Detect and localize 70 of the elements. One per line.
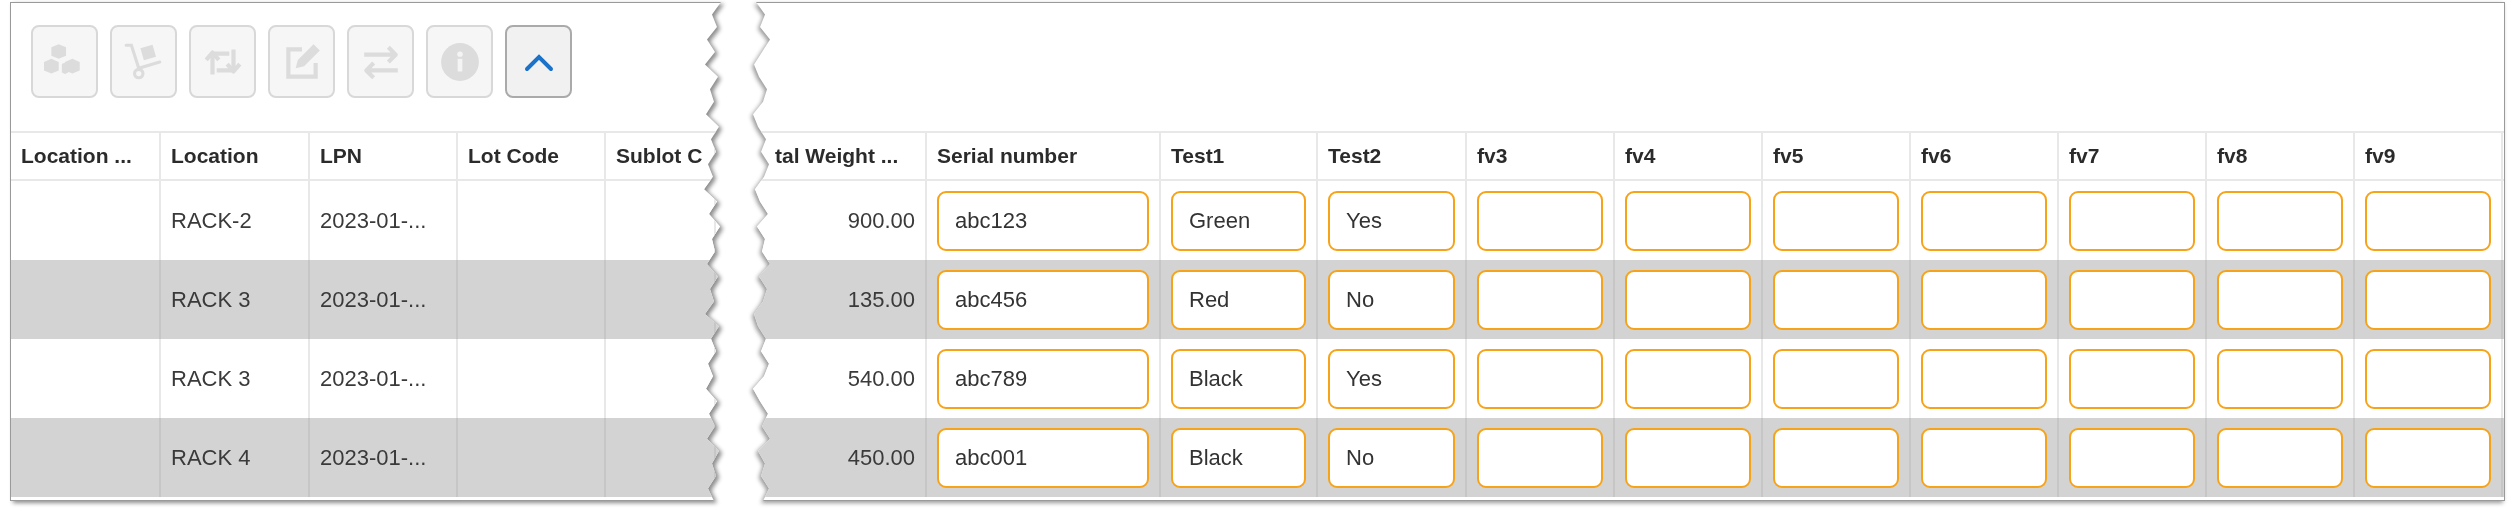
input-field[interactable] xyxy=(1773,190,1899,251)
input-field[interactable] xyxy=(1773,269,1899,330)
input-field[interactable] xyxy=(1625,269,1751,330)
input-field[interactable]: abc789 xyxy=(937,348,1149,409)
table-cell: 450.00 xyxy=(847,444,915,471)
input-field[interactable] xyxy=(1625,190,1751,251)
column-header: fv3 xyxy=(1477,144,1508,168)
input-field[interactable] xyxy=(1773,348,1899,409)
input-field[interactable] xyxy=(2217,427,2343,488)
column-header: fv7 xyxy=(2069,144,2100,168)
table-cell: RACK 3 xyxy=(171,365,251,392)
column-header: fv4 xyxy=(1625,144,1656,168)
input-field[interactable]: Green xyxy=(1171,190,1306,251)
input-field[interactable] xyxy=(1921,269,2047,330)
input-field[interactable] xyxy=(2069,348,2195,409)
column-header: Location ... xyxy=(21,144,132,168)
input-field[interactable] xyxy=(1921,348,2047,409)
input-field[interactable] xyxy=(1625,427,1751,488)
column-header: LPN xyxy=(320,144,362,168)
input-field[interactable] xyxy=(2069,269,2195,330)
input-field[interactable] xyxy=(2217,348,2343,409)
input-field[interactable]: abc123 xyxy=(937,190,1149,251)
input-field[interactable]: Black xyxy=(1171,348,1306,409)
column-header: fv6 xyxy=(1921,144,1952,168)
table-cell: 2023-01-... xyxy=(320,365,427,392)
column-header: Test2 xyxy=(1328,144,1382,168)
table-cell: RACK-2 xyxy=(171,207,252,234)
input-field[interactable]: Yes xyxy=(1328,190,1455,251)
input-field[interactable] xyxy=(2217,269,2343,330)
input-field[interactable]: Yes xyxy=(1328,348,1455,409)
input-field[interactable] xyxy=(1477,269,1603,330)
table-cell: 540.00 xyxy=(847,365,915,392)
input-field[interactable]: abc456 xyxy=(937,269,1149,330)
input-field[interactable]: No xyxy=(1328,427,1455,488)
table-cell: 2023-01-... xyxy=(320,207,427,234)
input-field[interactable] xyxy=(2365,348,2491,409)
table-cell: 2023-01-... xyxy=(320,286,427,313)
input-field[interactable] xyxy=(1921,190,2047,251)
input-field[interactable] xyxy=(1921,427,2047,488)
input-field[interactable] xyxy=(1477,427,1603,488)
table-cell: RACK 3 xyxy=(171,286,251,313)
input-field[interactable]: abc001 xyxy=(937,427,1149,488)
input-field[interactable] xyxy=(2365,190,2491,251)
column-header: Test1 xyxy=(1171,144,1225,168)
input-field[interactable]: Red xyxy=(1171,269,1306,330)
column-header: Serial number xyxy=(937,144,1078,168)
input-field[interactable] xyxy=(2217,190,2343,251)
column-header: Sublot C xyxy=(616,144,703,168)
input-field[interactable]: Black xyxy=(1171,427,1306,488)
input-field[interactable] xyxy=(2365,269,2491,330)
column-header: fv9 xyxy=(2365,144,2396,168)
table-cell: 2023-01-... xyxy=(320,444,427,471)
column-header: fv5 xyxy=(1773,144,1804,168)
table-cell: RACK 4 xyxy=(171,444,251,471)
input-field[interactable] xyxy=(2365,427,2491,488)
column-header: Lot Code xyxy=(468,144,559,168)
input-field[interactable] xyxy=(1477,190,1603,251)
table-cell: 135.00 xyxy=(847,286,915,313)
input-field[interactable] xyxy=(1477,348,1603,409)
table-cell: 900.00 xyxy=(847,207,915,234)
input-field[interactable] xyxy=(2069,427,2195,488)
column-header: Location xyxy=(171,144,259,168)
input-field[interactable] xyxy=(1773,427,1899,488)
input-field[interactable] xyxy=(1625,348,1751,409)
info-icon xyxy=(438,40,481,83)
input-field[interactable]: No xyxy=(1328,269,1455,330)
toolbar-button[interactable] xyxy=(505,25,572,98)
input-field[interactable] xyxy=(2069,190,2195,251)
column-header: tal Weight ... xyxy=(775,144,899,168)
column-header: fv8 xyxy=(2217,144,2248,168)
